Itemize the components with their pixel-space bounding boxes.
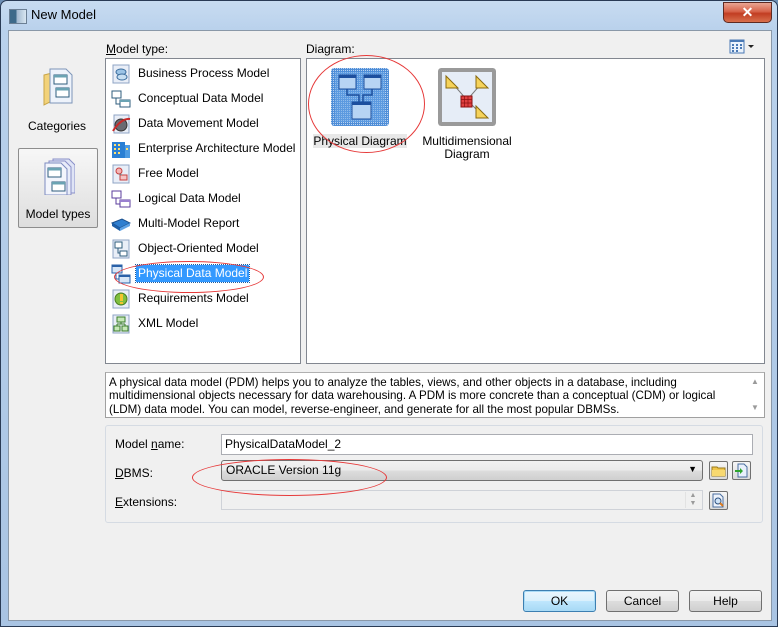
select-extensions-button[interactable] <box>709 491 728 510</box>
dbms-select[interactable]: ORACLE Version 11g ▼ <box>221 460 703 481</box>
extensions-label: Extensions: <box>115 495 178 509</box>
scroll-up-icon[interactable]: ▲ <box>751 377 759 386</box>
multidimensional-diagram-icon <box>438 68 496 126</box>
chevron-down-icon: ▼ <box>688 464 697 474</box>
nav-label: Model types <box>25 207 91 221</box>
dialog-body: Categories Model types Model type: Diagr… <box>8 30 772 621</box>
free-model-icon <box>112 164 130 184</box>
diagram-list[interactable]: Physical Diagram Multidimensional Diagram <box>306 58 765 364</box>
new-model-dialog: New Model ✕ Categories Model types Model… <box>0 0 778 627</box>
enterprise-architecture-model-icon <box>112 142 130 158</box>
multi-model-report-icon <box>111 218 131 231</box>
diagram-item-multidimensional[interactable]: Multidimensional Diagram <box>417 68 517 161</box>
requirements-model-icon <box>112 289 130 309</box>
title-bar[interactable]: New Model ✕ <box>1 1 777 29</box>
close-button[interactable]: ✕ <box>723 2 772 23</box>
description-box[interactable]: A physical data model (PDM) helps you to… <box>105 372 765 418</box>
ok-button[interactable]: OK <box>523 590 596 612</box>
physical-data-model-icon <box>111 264 131 284</box>
diagram-label: Diagram: <box>306 42 355 56</box>
cancel-button[interactable]: Cancel <box>606 590 679 612</box>
view-mode-button[interactable] <box>729 39 759 55</box>
physical-diagram-icon <box>331 68 389 126</box>
model-description: A physical data model (PDM) helps you to… <box>109 376 716 416</box>
dropdown-arrow-icon <box>748 45 754 48</box>
model-types-icon <box>44 158 75 195</box>
list-view-icon <box>729 39 754 54</box>
object-oriented-model-icon <box>112 239 130 259</box>
model-type-list[interactable]: Business Process Model Conceptual Data M… <box>105 58 301 364</box>
model-properties-group: Model name: PhysicalDataModel_2 DBMS: OR… <box>105 425 763 523</box>
business-process-model-icon <box>112 64 130 84</box>
nav-item-categories[interactable]: Categories <box>18 61 96 139</box>
extensions-input[interactable]: ▲ ▼ <box>221 490 703 510</box>
description-scrollbar[interactable]: ▲ ▼ <box>748 374 763 416</box>
data-movement-model-icon <box>112 114 131 134</box>
diagram-label: Multidimensional Diagram <box>422 134 512 161</box>
categories-folder-icon <box>43 68 73 106</box>
model-name-label: Model name: <box>115 437 185 451</box>
import-dbms-button[interactable] <box>732 461 751 480</box>
browse-dbms-button[interactable] <box>709 461 728 480</box>
help-button[interactable]: Help <box>689 590 762 612</box>
extensions-spinner[interactable]: ▲ ▼ <box>685 492 700 508</box>
magnifier-icon <box>712 493 724 508</box>
diagram-item-physical[interactable]: Physical Diagram <box>310 68 410 148</box>
nav-item-model-types[interactable]: Model types <box>18 148 98 228</box>
diagram-label: Physical Diagram <box>313 134 407 148</box>
folder-icon <box>711 466 726 477</box>
nav-label: Categories <box>27 119 87 133</box>
logical-data-model-icon <box>111 190 131 208</box>
scroll-down-icon[interactable]: ▼ <box>751 403 759 412</box>
app-icon <box>9 9 27 24</box>
xml-model-icon <box>112 314 130 334</box>
import-file-icon <box>735 463 748 478</box>
model-name-input[interactable]: PhysicalDataModel_2 <box>221 434 753 455</box>
model-type-label: Model type: <box>106 42 169 56</box>
conceptual-data-model-icon <box>111 90 131 108</box>
window-title: New Model <box>31 7 97 22</box>
dbms-label: DBMS: <box>115 466 154 480</box>
category-nav: Categories Model types <box>9 31 105 620</box>
